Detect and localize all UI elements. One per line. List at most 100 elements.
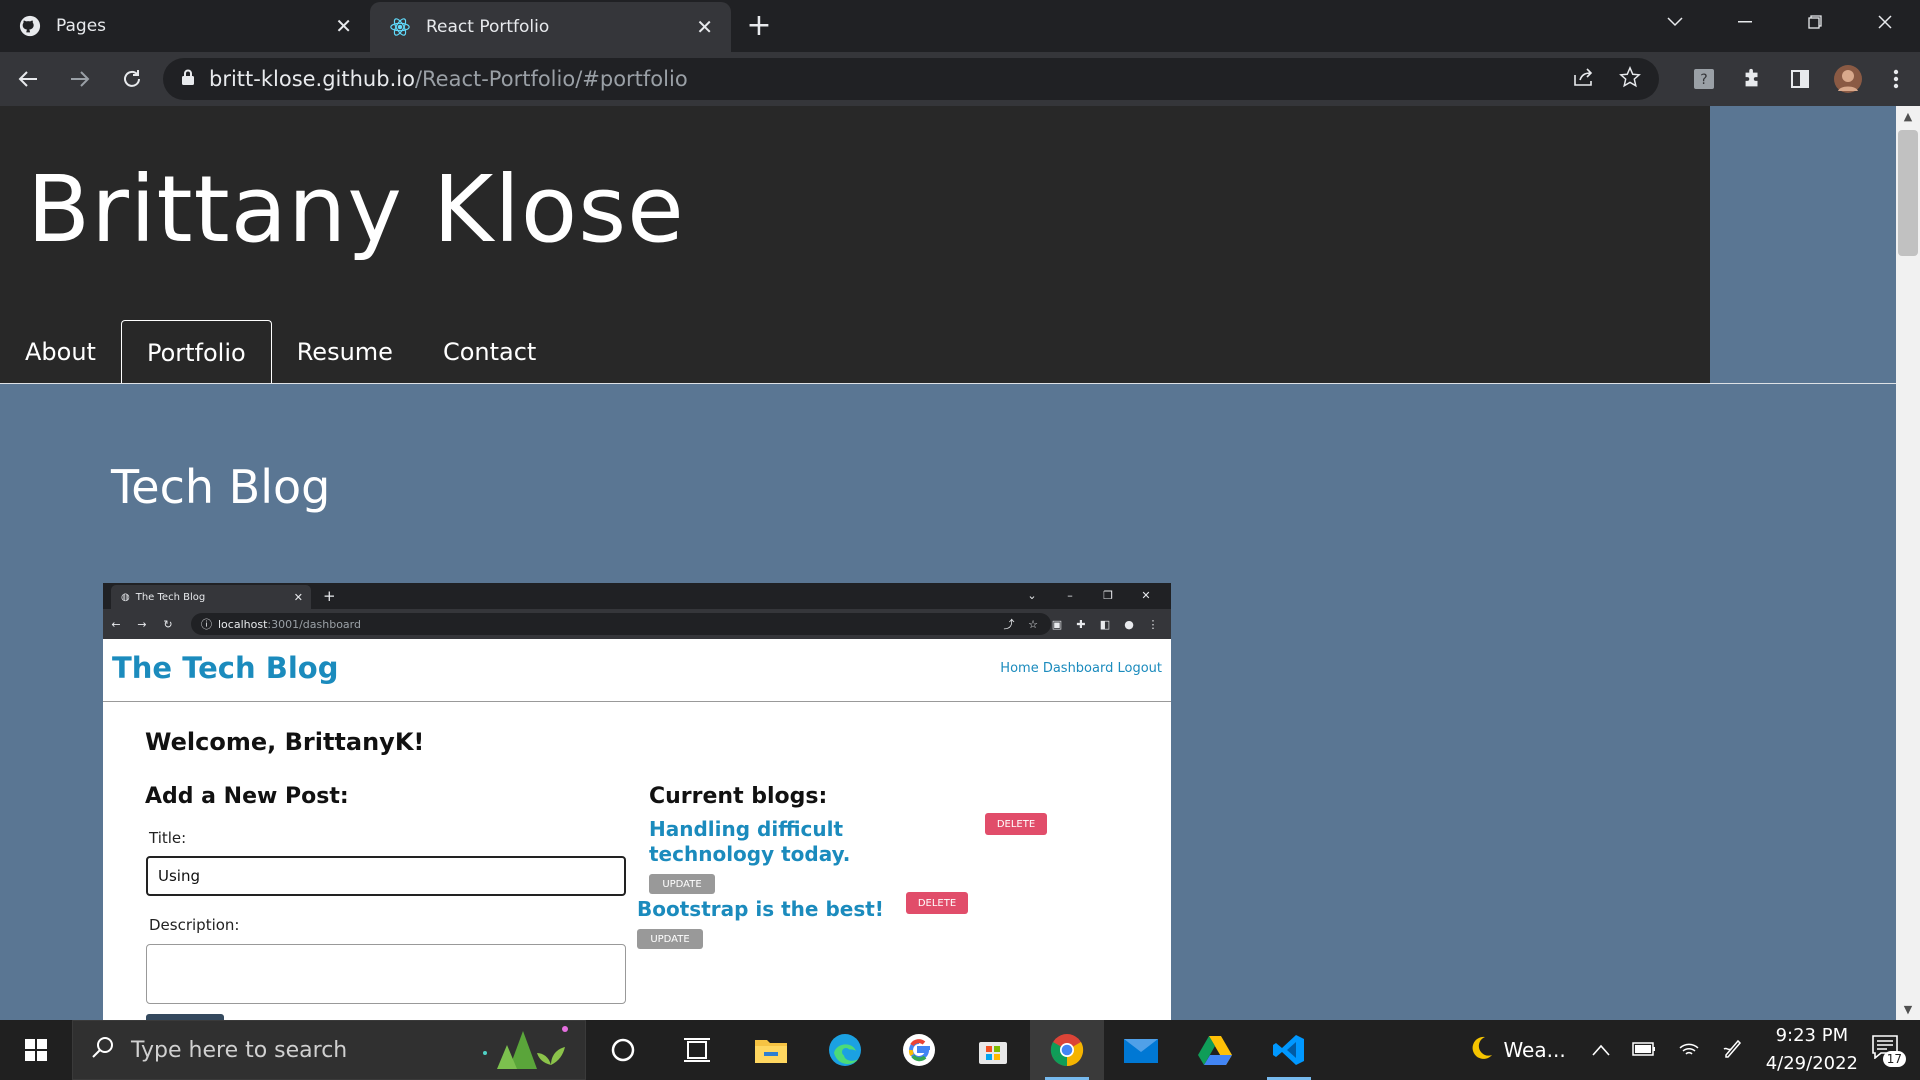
back-button[interactable] <box>4 55 52 103</box>
notifications-icon[interactable]: 17 <box>1872 1035 1906 1067</box>
forward-button[interactable] <box>56 55 104 103</box>
page-scrollbar[interactable]: ▲ ▼ <box>1896 106 1920 1020</box>
blog-nav-links: Home Dashboard Logout <box>1000 661 1162 676</box>
tab-pages[interactable]: Pages ✕ <box>0 0 370 52</box>
project-screenshot[interactable]: ◍ The Tech Blog ✕ + ⌄ – ❐ ✕ ← → ↻ ⓘ localho… <box>103 583 1171 1020</box>
lock-icon <box>181 69 195 90</box>
site-brand: Brittany Klose <box>27 156 685 263</box>
tab-title: React Portfolio <box>426 17 550 37</box>
description-label: Description: <box>149 916 240 934</box>
notification-count: 17 <box>1882 1051 1906 1067</box>
plus-icon: + <box>323 587 336 605</box>
delete-button: DELETE <box>985 813 1047 835</box>
nav-portfolio[interactable]: Portfolio <box>120 320 272 384</box>
project-title: Tech Blog <box>111 460 331 514</box>
reload-button[interactable] <box>108 55 156 103</box>
nav-about[interactable]: About <box>0 320 121 384</box>
system-tray: Wea... 9:23 PM 4/29/2022 17 <box>1467 1020 1920 1080</box>
screenshot-url-path: :3001/dashboard <box>267 617 361 631</box>
windows-taskbar: Type here to search Wea... 9:23 PM 4/29/… <box>0 1020 1920 1080</box>
reload-icon: ↻ <box>163 617 173 631</box>
restore-button[interactable] <box>1780 0 1850 44</box>
delete-button: DELETE <box>906 892 968 914</box>
weather-icon[interactable] <box>1467 1034 1495 1066</box>
github-icon <box>18 14 42 38</box>
forward-icon: → <box>137 617 147 631</box>
side-panel-icon[interactable] <box>1776 55 1824 103</box>
cortana-button[interactable] <box>586 1020 660 1080</box>
nav-divider <box>0 383 1896 384</box>
close-tab-icon[interactable]: ✕ <box>335 14 352 38</box>
search-placeholder: Type here to search <box>131 1037 348 1063</box>
blog-dashboard: Welcome, BrittanyK! Add a New Post: Titl… <box>103 702 1171 1020</box>
welcome-heading: Welcome, BrittanyK! <box>145 728 425 756</box>
nav-contact[interactable]: Contact <box>418 320 561 384</box>
wifi-icon[interactable] <box>1678 1038 1700 1062</box>
close-icon: ✕ <box>293 590 303 604</box>
browser-tab-strip: Pages ✕ React Portfolio ✕ + <box>0 0 1920 52</box>
file-explorer-icon[interactable] <box>734 1020 808 1080</box>
svg-text:?: ? <box>1700 72 1707 88</box>
vscode-icon[interactable] <box>1252 1020 1326 1080</box>
chrome-icon[interactable] <box>1030 1020 1104 1080</box>
description-input <box>146 944 626 1004</box>
close-window-button[interactable] <box>1850 0 1920 44</box>
title-label: Title: <box>149 829 187 847</box>
share-icon[interactable] <box>1573 67 1595 91</box>
profile-avatar[interactable] <box>1824 55 1872 103</box>
back-icon: ← <box>111 617 121 631</box>
scroll-up-icon[interactable]: ▲ <box>1896 110 1920 123</box>
address-bar[interactable]: britt-klose.github.io/React-Portfolio/#p… <box>163 58 1659 100</box>
page-viewport: Brittany Klose About Portfolio Resume Co… <box>0 106 1896 1020</box>
scrollbar-thumb[interactable] <box>1898 130 1918 256</box>
url-host: britt-klose.github.io <box>209 67 415 91</box>
screenshot-toolbar-icons: ⤴ ☆ ▣ ✚ ◧ ● ⋮ <box>1003 617 1159 632</box>
react-icon <box>388 15 412 39</box>
blog-post-title: Bootstrap is the best! <box>637 897 884 921</box>
info-icon: ⓘ <box>201 618 212 631</box>
close-tab-icon[interactable]: ✕ <box>696 15 713 39</box>
update-button: UPDATE <box>649 874 715 894</box>
mail-icon[interactable] <box>1104 1020 1178 1080</box>
tab-react-portfolio[interactable]: React Portfolio ✕ <box>370 2 731 52</box>
tab-search-icon[interactable] <box>1640 0 1710 44</box>
screenshot-toolbar: ← → ↻ ⓘ localhost:3001/dashboard ⤴ ☆ ▣ ✚ ◧ ● ⋮ <box>103 609 1171 639</box>
site-header: Brittany Klose About Portfolio Resume Co… <box>0 106 1710 384</box>
show-hidden-icons[interactable] <box>1592 1041 1610 1060</box>
toolbar-actions: ? <box>1680 52 1920 106</box>
screenshot-tab-strip: ◍ The Tech Blog ✕ + ⌄ – ❐ ✕ <box>103 583 1171 609</box>
browser-toolbar: britt-klose.github.io/React-Portfolio/#p… <box>0 52 1920 106</box>
browser-menu-icon[interactable] <box>1872 55 1920 103</box>
bookmark-star-icon[interactable] <box>1619 65 1641 92</box>
nav-resume[interactable]: Resume <box>272 320 418 384</box>
screenshot-address-bar: ⓘ localhost:3001/dashboard <box>191 613 1051 635</box>
weather-label[interactable]: Wea... <box>1503 1038 1565 1062</box>
new-tab-button[interactable]: + <box>739 0 779 50</box>
taskbar-clock[interactable]: 9:23 PM 4/29/2022 <box>1766 1022 1858 1078</box>
minimize-button[interactable] <box>1710 0 1780 44</box>
blog-logo: The Tech Blog <box>112 651 339 685</box>
blog-header: The Tech Blog Home Dashboard Logout <box>103 639 1171 702</box>
scroll-down-icon[interactable]: ▼ <box>1896 1003 1920 1016</box>
extension-help-icon[interactable]: ? <box>1680 55 1728 103</box>
taskbar-search[interactable]: Type here to search <box>72 1020 586 1080</box>
tab-title: Pages <box>56 16 107 36</box>
task-view-button[interactable] <box>660 1020 734 1080</box>
google-icon[interactable] <box>882 1020 956 1080</box>
google-drive-icon[interactable] <box>1178 1020 1252 1080</box>
url-path: /React-Portfolio/#portfolio <box>414 67 688 91</box>
screenshot-tab-title: The Tech Blog <box>135 591 206 603</box>
search-icon <box>91 1035 115 1065</box>
current-blogs-heading: Current blogs: <box>649 784 828 809</box>
screenshot-url-host: localhost <box>218 617 268 631</box>
extensions-puzzle-icon[interactable] <box>1728 55 1776 103</box>
window-controls <box>1640 0 1920 44</box>
blog-post-title: Handling difficult technology today. <box>649 817 851 866</box>
microsoft-store-icon[interactable] <box>956 1020 1030 1080</box>
screenshot-window-controls: ⌄ – ❐ ✕ <box>1027 589 1151 602</box>
globe-icon: ◍ <box>121 591 130 603</box>
start-button[interactable] <box>0 1020 72 1080</box>
pen-icon[interactable] <box>1722 1037 1744 1063</box>
edge-icon[interactable] <box>808 1020 882 1080</box>
battery-icon[interactable] <box>1631 1041 1656 1060</box>
